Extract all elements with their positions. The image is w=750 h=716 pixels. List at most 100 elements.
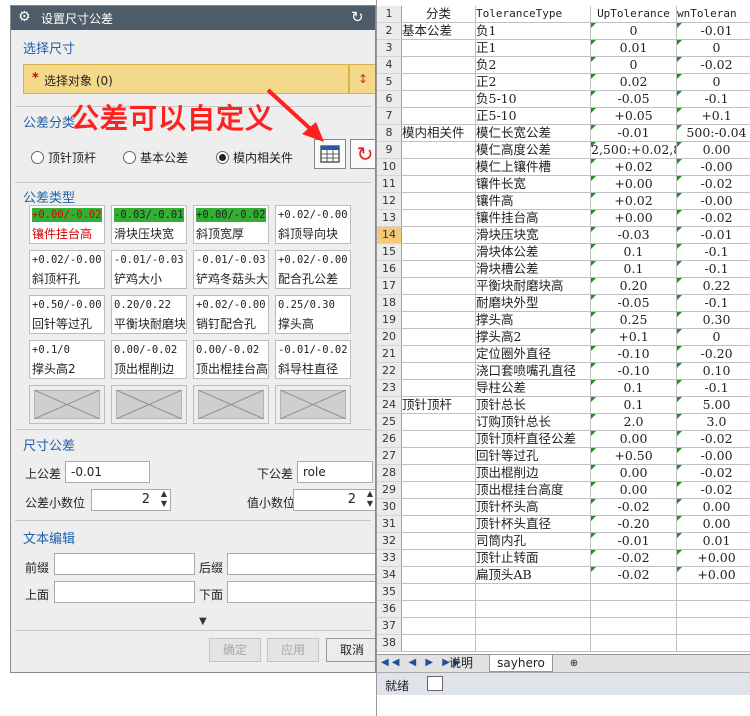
header-cell[interactable]: ToleranceType — [476, 6, 591, 23]
suffix-input[interactable] — [227, 553, 375, 575]
stepper-arrows-icon[interactable]: ▲ ▼ — [161, 489, 167, 509]
down-tolerance-cell[interactable]: 0.01 — [677, 533, 750, 550]
category-cell[interactable] — [402, 363, 476, 380]
category-cell[interactable] — [402, 91, 476, 108]
row-header[interactable]: 38 — [377, 635, 402, 652]
type-cell[interactable]: 滑块压块宽 — [476, 227, 591, 244]
tolerance-tile[interactable]: +0.1/0 撑头高2 — [29, 340, 105, 379]
category-cell[interactable] — [402, 431, 476, 448]
up-tolerance-cell[interactable]: 0.1 — [591, 244, 677, 261]
type-cell[interactable]: 顶针总长 — [476, 397, 591, 414]
type-cell[interactable]: 导柱公差 — [476, 380, 591, 397]
type-cell[interactable]: 定位圈外直径 — [476, 346, 591, 363]
up-tolerance-cell[interactable]: 0.00 — [591, 482, 677, 499]
type-cell[interactable] — [476, 618, 591, 635]
row-header[interactable]: 10 — [377, 159, 402, 176]
lower-tolerance-input[interactable]: role — [297, 461, 373, 483]
category-cell[interactable] — [402, 312, 476, 329]
tolerance-tile[interactable]: +0.00/-0.02 斜顶宽厚 — [193, 205, 269, 244]
up-tolerance-cell[interactable]: -0.20 — [591, 516, 677, 533]
down-tolerance-cell[interactable]: +0.00 — [677, 567, 750, 584]
down-tolerance-cell[interactable]: 0.00 — [677, 499, 750, 516]
down-tolerance-cell[interactable]: -0.00 — [677, 448, 750, 465]
category-cell[interactable] — [402, 40, 476, 57]
row-header[interactable]: 33 — [377, 550, 402, 567]
up-tolerance-cell[interactable]: +0.00 — [591, 176, 677, 193]
down-tolerance-cell[interactable]: -0.02 — [677, 465, 750, 482]
row-header[interactable]: 3 — [377, 40, 402, 57]
category-cell[interactable] — [402, 74, 476, 91]
sheet-tab-readme[interactable]: 说明 — [443, 655, 479, 672]
category-cell[interactable] — [402, 193, 476, 210]
apply-button[interactable]: 应用 — [267, 638, 319, 662]
category-cell[interactable] — [402, 550, 476, 567]
row-header[interactable]: 14 — [377, 227, 402, 244]
up-tolerance-cell[interactable] — [591, 584, 677, 601]
category-cell[interactable] — [402, 482, 476, 499]
up-tolerance-cell[interactable]: 2,500:+0.02,8 — [591, 142, 677, 159]
type-cell[interactable]: 扁顶头AB — [476, 567, 591, 584]
down-tolerance-cell[interactable]: 0.30 — [677, 312, 750, 329]
row-header[interactable]: 12 — [377, 193, 402, 210]
refresh-icon[interactable]: ↻ — [351, 8, 364, 26]
down-tolerance-cell[interactable]: -0.00 — [677, 159, 750, 176]
row-header[interactable]: 4 — [377, 57, 402, 74]
empty-tile[interactable] — [111, 385, 187, 424]
row-header[interactable]: 25 — [377, 414, 402, 431]
row-header[interactable]: 9 — [377, 142, 402, 159]
down-tolerance-cell[interactable]: -0.1 — [677, 261, 750, 278]
below-input[interactable] — [227, 581, 375, 603]
upper-tolerance-input[interactable]: -0.01 — [65, 461, 150, 483]
stepper-arrows-icon[interactable]: ▲ ▼ — [367, 489, 373, 509]
row-header[interactable]: 27 — [377, 448, 402, 465]
up-tolerance-cell[interactable]: +0.00 — [591, 210, 677, 227]
up-tolerance-cell[interactable]: +0.50 — [591, 448, 677, 465]
category-cell[interactable] — [402, 210, 476, 227]
down-tolerance-cell[interactable]: +0.1 — [677, 108, 750, 125]
down-tolerance-cell[interactable]: -0.1 — [677, 295, 750, 312]
tolerance-tile[interactable]: +0.02/-0.00 斜顶杆孔 — [29, 250, 105, 289]
type-cell[interactable]: 撑头高 — [476, 312, 591, 329]
row-header[interactable]: 5 — [377, 74, 402, 91]
type-cell[interactable]: 顶针止转面 — [476, 550, 591, 567]
row-header[interactable]: 17 — [377, 278, 402, 295]
category-cell[interactable] — [402, 380, 476, 397]
type-cell[interactable]: 镶件高 — [476, 193, 591, 210]
type-cell[interactable]: 负5-10 — [476, 91, 591, 108]
down-tolerance-cell[interactable]: 0.10 — [677, 363, 750, 380]
up-tolerance-cell[interactable]: -0.10 — [591, 363, 677, 380]
category-cell[interactable] — [402, 516, 476, 533]
category-cell[interactable] — [402, 533, 476, 550]
category-cell[interactable] — [402, 176, 476, 193]
up-tolerance-cell[interactable]: -0.02 — [591, 567, 677, 584]
down-tolerance-cell[interactable]: 0.00 — [677, 142, 750, 159]
header-cell[interactable]: UpTolerance — [591, 6, 677, 23]
radio-basic[interactable]: 基本公差 — [123, 149, 188, 166]
row-header[interactable]: 2 — [377, 23, 402, 40]
category-cell[interactable] — [402, 618, 476, 635]
down-tolerance-cell[interactable]: -0.00 — [677, 193, 750, 210]
down-tolerance-cell[interactable]: -0.1 — [677, 244, 750, 261]
expand-chevron-icon[interactable]: ▼ — [199, 616, 207, 627]
down-tolerance-cell[interactable]: 5.00 — [677, 397, 750, 414]
type-cell[interactable]: 模仁长宽公差 — [476, 125, 591, 142]
up-tolerance-cell[interactable]: 0.01 — [591, 40, 677, 57]
type-cell[interactable]: 回针等过孔 — [476, 448, 591, 465]
down-tolerance-cell[interactable] — [677, 584, 750, 601]
down-tolerance-cell[interactable] — [677, 635, 750, 652]
type-cell[interactable]: 镶件挂台高 — [476, 210, 591, 227]
header-cell[interactable]: 分类 — [402, 6, 476, 23]
row-header[interactable]: 15 — [377, 244, 402, 261]
tolerance-tile[interactable]: 0.25/0.30 撑头高 — [275, 295, 351, 334]
row-header[interactable]: 30 — [377, 499, 402, 516]
empty-tile[interactable] — [193, 385, 269, 424]
type-cell[interactable]: 顶出棍挂台高度 — [476, 482, 591, 499]
category-cell[interactable] — [402, 108, 476, 125]
up-tolerance-cell[interactable]: 0.20 — [591, 278, 677, 295]
category-cell[interactable] — [402, 329, 476, 346]
category-cell[interactable] — [402, 567, 476, 584]
category-cell[interactable] — [402, 499, 476, 516]
prefix-input[interactable] — [54, 553, 195, 575]
row-header[interactable]: 13 — [377, 210, 402, 227]
up-tolerance-cell[interactable]: +0.1 — [591, 329, 677, 346]
